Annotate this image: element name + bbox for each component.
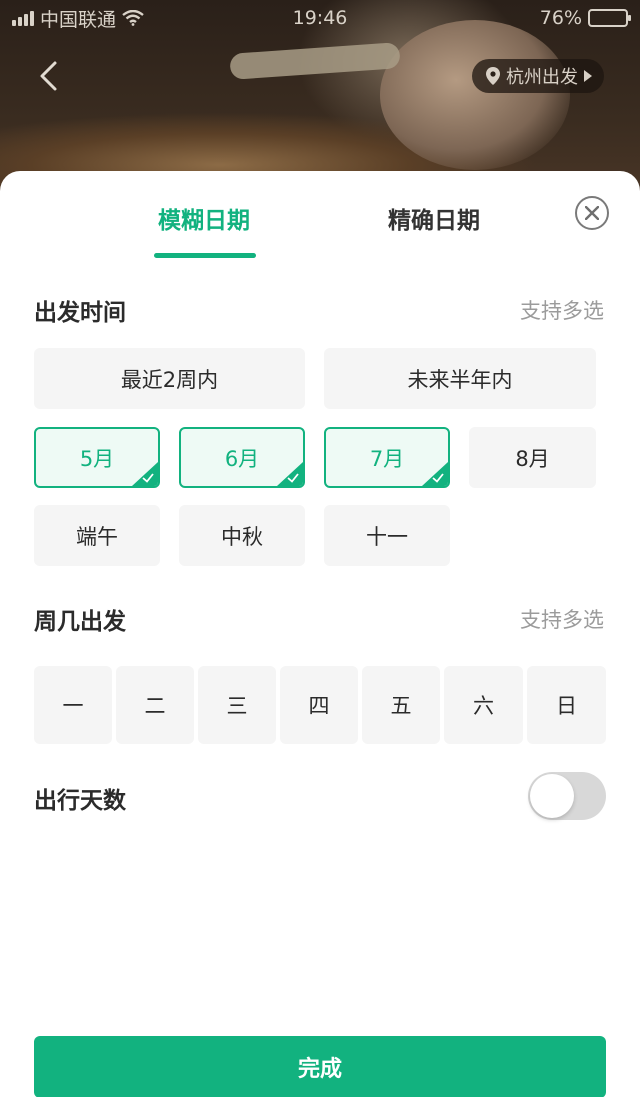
chip-label: 端午 xyxy=(76,524,118,549)
departure-title: 出发时间 xyxy=(34,300,126,326)
chip-label: 5月 xyxy=(79,446,115,471)
caret-right-icon xyxy=(584,70,592,82)
chip-label: 二 xyxy=(144,694,166,718)
checkmark-icon xyxy=(142,473,154,483)
chip-label: 6月 xyxy=(224,446,260,471)
weekday-hint: 支持多选 xyxy=(520,608,604,632)
departure-hint: 支持多选 xyxy=(520,299,604,323)
hand-shape xyxy=(380,20,570,170)
holiday-chip-dragon-boat[interactable]: 端午 xyxy=(34,505,160,566)
chip-label: 7月 xyxy=(369,446,405,471)
weekday-chip-sun[interactable]: 日 xyxy=(527,666,606,744)
carrier-label: 中国联通 xyxy=(40,8,117,31)
chip-label: 十一 xyxy=(366,524,408,549)
toggle-knob xyxy=(530,774,574,818)
chip-label: 四 xyxy=(308,694,330,718)
weekday-chip-wed[interactable]: 三 xyxy=(198,666,276,744)
map-pin-icon xyxy=(486,67,500,85)
chip-label: 三 xyxy=(226,694,248,718)
weekday-title: 周几出发 xyxy=(34,609,126,635)
chip-label: 一 xyxy=(62,694,84,718)
wifi-icon xyxy=(122,10,144,26)
close-button[interactable] xyxy=(575,196,609,230)
trip-days-toggle[interactable] xyxy=(528,772,606,820)
tab-fuzzy-date[interactable]: 模糊日期 xyxy=(134,201,274,235)
close-icon xyxy=(585,206,599,220)
checkmark-icon xyxy=(432,473,444,483)
battery-percent: 76% xyxy=(539,7,582,29)
location-selector[interactable]: 杭州出发 xyxy=(472,59,604,93)
weekday-chip-thu[interactable]: 四 xyxy=(280,666,358,744)
month-chip-june[interactable]: 6月 xyxy=(179,427,305,488)
status-right: 76% xyxy=(539,7,631,29)
chip-label: 最近2周内 xyxy=(120,367,219,392)
holiday-chip-mid-autumn[interactable]: 中秋 xyxy=(179,505,305,566)
chip-label: 未来半年内 xyxy=(407,367,513,392)
weekday-chip-sat[interactable]: 六 xyxy=(444,666,523,744)
done-button[interactable]: 完成 xyxy=(34,1036,606,1097)
chip-label: 8月 xyxy=(515,446,550,471)
tab-exact-date[interactable]: 精确日期 xyxy=(364,201,504,235)
tongs-shape xyxy=(229,42,401,80)
range-option-half-year[interactable]: 未来半年内 xyxy=(324,348,596,409)
status-left: 中国联通 xyxy=(12,5,144,32)
chip-label: 六 xyxy=(473,694,494,718)
weekday-chip-mon[interactable]: 一 xyxy=(34,666,112,744)
chip-label: 五 xyxy=(390,694,412,718)
month-chip-may[interactable]: 5月 xyxy=(34,427,160,488)
tab-active-indicator xyxy=(154,253,256,258)
checkmark-icon xyxy=(287,473,299,483)
chip-label: 日 xyxy=(556,694,577,718)
month-chip-august[interactable]: 8月 xyxy=(469,427,596,488)
battery-icon xyxy=(588,9,631,27)
holiday-chip-national-day[interactable]: 十一 xyxy=(324,505,450,566)
range-option-2-weeks[interactable]: 最近2周内 xyxy=(34,348,305,409)
back-button[interactable] xyxy=(28,56,68,96)
month-chip-july[interactable]: 7月 xyxy=(324,427,450,488)
weekday-chip-fri[interactable]: 五 xyxy=(362,666,440,744)
chip-label: 中秋 xyxy=(221,524,263,549)
trip-days-title: 出行天数 xyxy=(34,788,126,814)
date-picker-sheet: 模糊日期 精确日期 出发时间 支持多选 最近2周内 未来半年内 5月 6月 7月… xyxy=(0,171,640,1097)
chevron-left-icon xyxy=(40,61,57,91)
signal-icon xyxy=(12,10,34,26)
status-bar: 中国联通 19:46 76% xyxy=(0,0,640,36)
weekday-chip-tue[interactable]: 二 xyxy=(116,666,194,744)
location-label: 杭州出发 xyxy=(506,67,578,88)
tab-bar: 模糊日期 精确日期 xyxy=(0,171,640,261)
